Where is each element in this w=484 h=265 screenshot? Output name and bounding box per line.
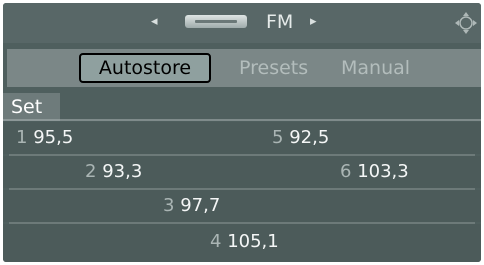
station-row: 4 105,1 xyxy=(3,224,481,262)
preset-number: 1 xyxy=(16,127,28,148)
next-source-arrow-icon[interactable]: ▸ xyxy=(310,14,317,30)
preset-number: 6 xyxy=(340,161,352,182)
station-row: 3 97,7 xyxy=(3,190,481,222)
preset-number: 2 xyxy=(85,161,97,182)
controller-settings-icon[interactable] xyxy=(454,11,478,35)
tab-autostore[interactable]: Autostore xyxy=(79,53,211,83)
station-5[interactable]: 5 92,5 xyxy=(272,127,329,149)
tab-manual[interactable]: Manual xyxy=(341,53,410,83)
station-frequency: 105,1 xyxy=(227,231,279,252)
station-frequency: 93,3 xyxy=(102,161,143,182)
radio-screen: ◂ FM ▸ Autostore Presets Manual Set 1 95… xyxy=(3,3,481,262)
station-4[interactable]: 4 105,1 xyxy=(210,231,279,253)
band-title: FM xyxy=(266,11,294,33)
station-frequency: 97,7 xyxy=(180,195,221,216)
header-bar: ◂ FM ▸ xyxy=(3,3,481,43)
preset-number: 3 xyxy=(163,195,175,216)
set-button[interactable]: Set xyxy=(3,93,60,121)
station-frequency: 103,3 xyxy=(357,161,409,182)
preset-number: 4 xyxy=(210,231,222,252)
station-2[interactable]: 2 93,3 xyxy=(85,161,142,183)
divider xyxy=(60,119,481,121)
station-6[interactable]: 6 103,3 xyxy=(340,161,409,183)
tab-presets[interactable]: Presets xyxy=(239,53,308,83)
radio-source-icon xyxy=(185,15,247,28)
previous-source-arrow-icon[interactable]: ◂ xyxy=(151,14,158,30)
station-frequency: 95,5 xyxy=(33,127,74,148)
station-1[interactable]: 1 95,5 xyxy=(16,127,73,149)
station-row: 1 95,5 5 92,5 xyxy=(3,122,481,154)
tab-bar: Autostore Presets Manual xyxy=(7,49,481,87)
station-frequency: 92,5 xyxy=(289,127,330,148)
station-row: 2 93,3 6 103,3 xyxy=(3,156,481,188)
preset-number: 5 xyxy=(272,127,284,148)
station-3[interactable]: 3 97,7 xyxy=(163,195,220,217)
